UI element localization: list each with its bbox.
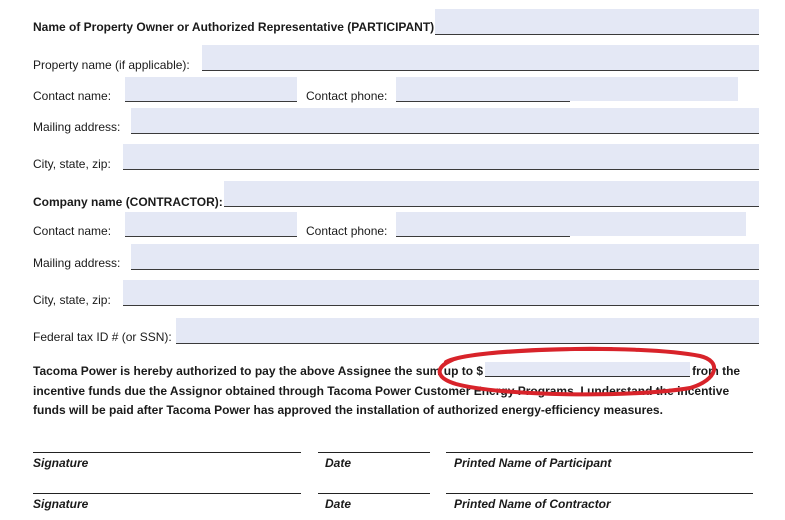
contractor-contact-name-underline (125, 236, 297, 237)
contractor-city-state-zip-field[interactable] (123, 280, 759, 305)
participant-contact-name-underline (125, 101, 297, 102)
contractor-heading: Company name (CONTRACTOR): (33, 195, 223, 209)
participant-contact-phone-label: Contact phone: (306, 89, 388, 103)
tax-id-label: Federal tax ID # (or SSN): (33, 330, 172, 344)
contractor-contact-name-label: Contact name: (33, 224, 112, 238)
participant-mailing-address-label: Mailing address: (33, 120, 121, 134)
contractor-printed-name-line[interactable] (446, 493, 753, 494)
participant-contact-name-field[interactable] (125, 77, 297, 101)
contractor-city-state-zip-label: City, state, zip: (33, 293, 111, 307)
property-name-label: Property name (if applicable): (33, 58, 190, 72)
participant-name-field[interactable] (435, 9, 759, 34)
contractor-contact-name-field[interactable] (125, 212, 297, 236)
participant-contact-phone-underline (396, 101, 570, 102)
participant-printed-name-label: Printed Name of Participant (454, 456, 612, 470)
participant-contact-name-label: Contact name: (33, 89, 112, 103)
participant-heading: Name of Property Owner or Authorized Rep… (33, 20, 439, 34)
participant-city-state-zip-label: City, state, zip: (33, 157, 111, 171)
contractor-signature-label: Signature (33, 497, 89, 511)
contractor-company-name-underline (224, 206, 759, 207)
participant-contact-phone-field[interactable] (396, 77, 738, 101)
contractor-contact-phone-label: Contact phone: (306, 224, 388, 238)
contractor-company-name-field[interactable] (224, 181, 759, 206)
property-name-field[interactable] (202, 45, 759, 70)
tax-id-underline (176, 343, 759, 344)
contractor-city-state-zip-underline (123, 305, 759, 306)
authorization-text-before: Tacoma Power is hereby authorized to pay… (33, 364, 484, 378)
contractor-mailing-address-underline (131, 269, 759, 270)
contractor-contact-phone-field[interactable] (396, 212, 746, 236)
participant-city-state-zip-underline (123, 169, 759, 170)
participant-city-state-zip-field[interactable] (123, 144, 759, 169)
contractor-mailing-address-field[interactable] (131, 244, 759, 269)
authorization-paragraph: Tacoma Power is hereby authorized to pay… (33, 362, 753, 421)
contractor-date-line[interactable] (318, 493, 430, 494)
participant-mailing-address-field[interactable] (131, 108, 759, 133)
contractor-contact-phone-underline (396, 236, 570, 237)
participant-name-underline (435, 34, 759, 35)
participant-signature-label: Signature (33, 456, 89, 470)
participant-mailing-address-underline (131, 133, 759, 134)
contractor-mailing-address-label: Mailing address: (33, 256, 121, 270)
participant-date-label: Date (325, 456, 352, 470)
property-name-underline (202, 70, 759, 71)
tax-id-field[interactable] (176, 318, 759, 343)
participant-printed-name-line[interactable] (446, 452, 753, 453)
contractor-printed-name-label: Printed Name of Contractor (454, 497, 611, 511)
contractor-date-label: Date (325, 497, 352, 511)
contractor-signature-line[interactable] (33, 493, 301, 494)
participant-signature-line[interactable] (33, 452, 301, 453)
participant-date-line[interactable] (318, 452, 430, 453)
authorized-amount-field[interactable] (485, 362, 691, 377)
